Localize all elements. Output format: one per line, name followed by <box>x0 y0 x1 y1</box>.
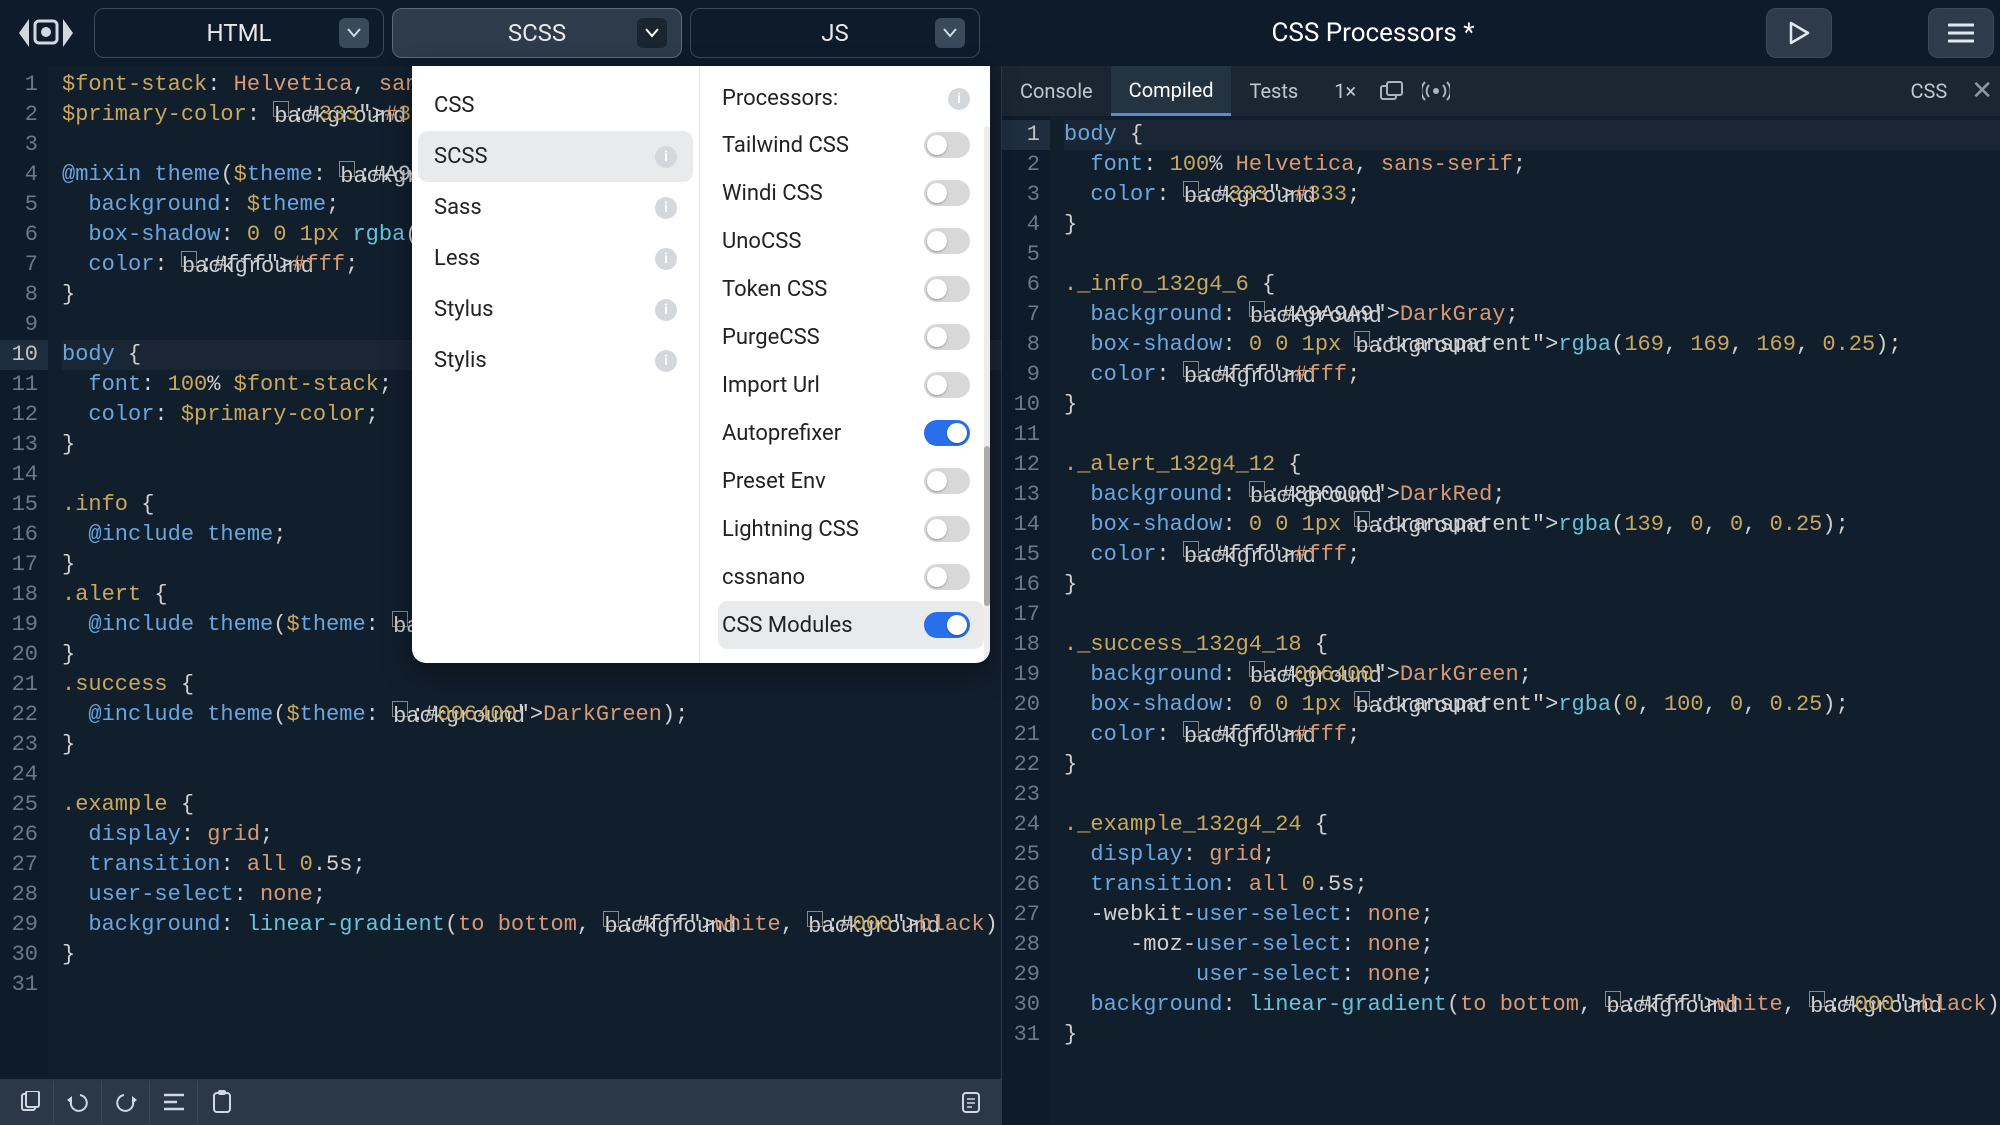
tab-zoom[interactable]: 1× <box>1316 66 1374 116</box>
processor-tailwind-css[interactable]: Tailwind CSS <box>722 121 980 169</box>
processor-import-url[interactable]: Import Url <box>722 361 980 409</box>
copy-icon <box>19 1091 41 1113</box>
info-icon[interactable]: i <box>655 299 677 321</box>
language-option-css[interactable]: CSS <box>412 80 699 131</box>
editor-toolbar <box>0 1079 1001 1125</box>
compiled-output-editor[interactable]: 1234567891011121314151617181920212223242… <box>1002 116 2000 1125</box>
tab-scss[interactable]: SCSS <box>392 8 682 58</box>
chevron-down-icon <box>943 28 957 38</box>
processor-autoprefixer[interactable]: Autoprefixer <box>722 409 980 457</box>
tab-compiled[interactable]: Compiled <box>1111 66 1232 116</box>
format-icon <box>163 1093 185 1111</box>
project-title: CSS Processors * <box>988 18 1758 48</box>
language-option-stylus[interactable]: Stylusi <box>412 284 699 335</box>
toggle-import-url[interactable] <box>924 372 970 398</box>
language-option-less[interactable]: Lessi <box>412 233 699 284</box>
tab-js[interactable]: JS <box>690 8 980 58</box>
toggle-cssnano[interactable] <box>924 564 970 590</box>
redo-button[interactable] <box>102 1081 150 1123</box>
tab-console[interactable]: Console <box>1002 66 1111 116</box>
processor-preset-env[interactable]: Preset Env <box>722 457 980 505</box>
external-window-icon <box>1380 81 1404 101</box>
output-language-badge: CSS <box>1896 79 1961 103</box>
tab-scss-dropdown[interactable] <box>637 18 667 48</box>
copy-button[interactable] <box>6 1081 54 1123</box>
tab-label: JS <box>821 19 849 47</box>
undo-icon <box>67 1091 89 1113</box>
chevron-down-icon <box>347 28 361 38</box>
run-icon <box>1788 21 1810 45</box>
tab-label: SCSS <box>508 19 566 47</box>
redo-icon <box>115 1091 137 1113</box>
output-copy-icon <box>960 1090 982 1114</box>
output-copy-button[interactable] <box>947 1081 995 1123</box>
undo-button[interactable] <box>54 1081 102 1123</box>
toggle-tailwind-css[interactable] <box>924 132 970 158</box>
info-icon[interactable]: i <box>655 197 677 219</box>
language-processor-dropdown: CSSSCSSiSassiLessiStylusiStylisi Process… <box>412 66 990 663</box>
dropdown-scrollbar[interactable] <box>984 126 990 663</box>
menu-icon <box>1948 23 1974 43</box>
tab-html-dropdown[interactable] <box>339 18 369 48</box>
toggle-token-css[interactable] <box>924 276 970 302</box>
info-icon[interactable]: i <box>655 350 677 372</box>
toggle-windi-css[interactable] <box>924 180 970 206</box>
processors-heading: Processors: <box>722 86 838 111</box>
processor-windi-css[interactable]: Windi CSS <box>722 169 980 217</box>
paste-button[interactable] <box>198 1081 246 1123</box>
app-logo[interactable] <box>6 9 86 57</box>
info-icon[interactable]: i <box>948 88 970 110</box>
info-icon[interactable]: i <box>655 248 677 270</box>
format-button[interactable] <box>150 1081 198 1123</box>
toggle-purgecss[interactable] <box>924 324 970 350</box>
toggle-autoprefixer[interactable] <box>924 420 970 446</box>
close-output-button[interactable]: ✕ <box>1961 76 2000 106</box>
processor-unocss[interactable]: UnoCSS <box>722 217 980 265</box>
info-icon[interactable]: i <box>655 146 677 168</box>
chevron-down-icon <box>645 28 659 38</box>
broadcast-button[interactable] <box>1422 81 1450 101</box>
broadcast-icon <box>1422 81 1450 101</box>
toggle-preset-env[interactable] <box>924 468 970 494</box>
language-option-sass[interactable]: Sassi <box>412 182 699 233</box>
tab-js-dropdown[interactable] <box>935 18 965 48</box>
processor-cssnano[interactable]: cssnano <box>722 553 980 601</box>
toggle-unocss[interactable] <box>924 228 970 254</box>
run-button[interactable] <box>1766 8 1832 58</box>
paste-icon <box>211 1090 233 1114</box>
processor-css-modules[interactable]: CSS Modules <box>718 601 984 649</box>
toggle-lightning-css[interactable] <box>924 516 970 542</box>
toggle-css-modules[interactable] <box>924 612 970 638</box>
menu-button[interactable] <box>1928 8 1994 58</box>
language-option-stylis[interactable]: Stylisi <box>412 335 699 386</box>
processor-purgecss[interactable]: PurgeCSS <box>722 313 980 361</box>
processor-lightning-css[interactable]: Lightning CSS <box>722 505 980 553</box>
external-window-button[interactable] <box>1380 81 1404 101</box>
processor-token-css[interactable]: Token CSS <box>722 265 980 313</box>
tab-html[interactable]: HTML <box>94 8 384 58</box>
tab-tests[interactable]: Tests <box>1231 66 1316 116</box>
output-tabbar: Console Compiled Tests 1× CSS ✕ <box>1002 66 2000 116</box>
language-option-scss[interactable]: SCSSi <box>418 131 693 182</box>
tab-label: HTML <box>207 19 272 47</box>
